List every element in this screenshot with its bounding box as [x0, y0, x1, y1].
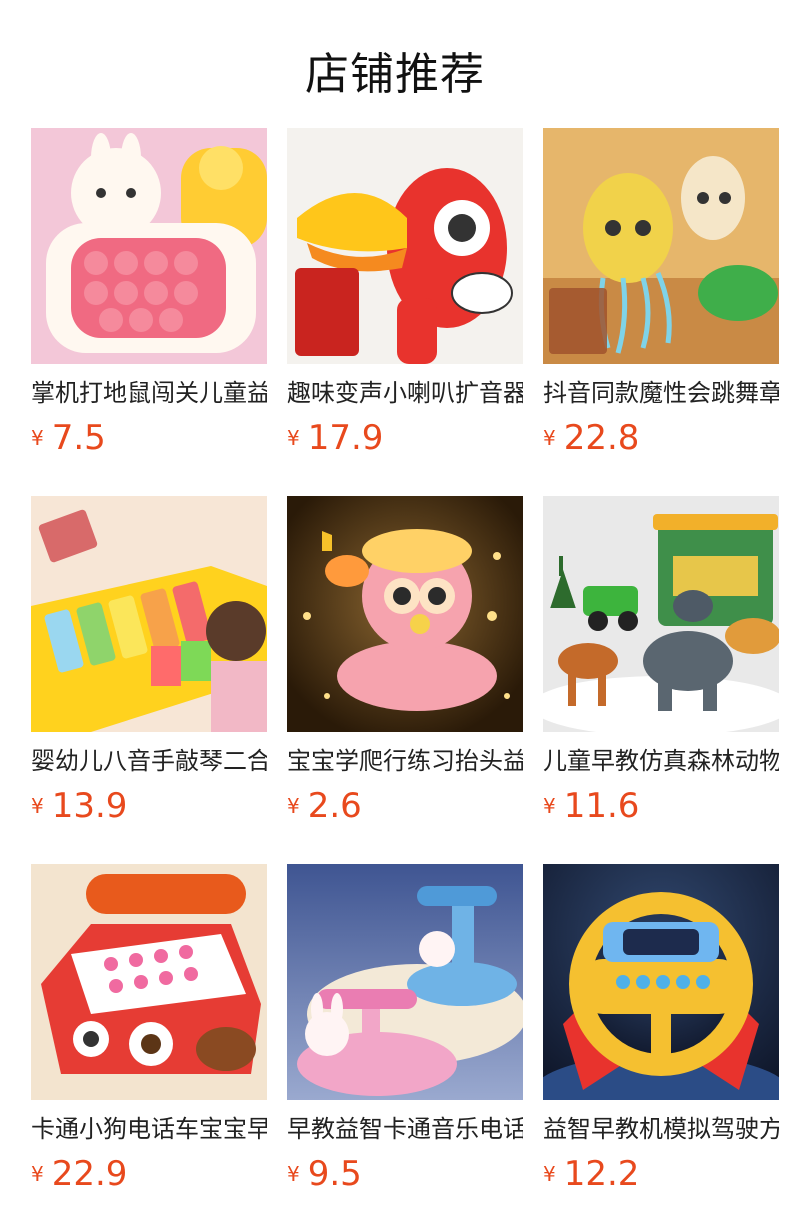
product-name[interactable]: 儿童早教仿真森林动物模型: [543, 744, 779, 780]
product-price: ¥9.5: [287, 1154, 362, 1194]
product-price: ¥13.9: [31, 786, 127, 826]
currency-symbol: ¥: [287, 1162, 300, 1186]
product-image-animal-figures-bucket[interactable]: [543, 496, 779, 732]
product-name[interactable]: 早教益智卡通音乐电话机玩具: [287, 1112, 523, 1148]
page-title: 店铺推荐: [305, 49, 485, 100]
product-image-xylophone-toy[interactable]: [31, 496, 267, 732]
product-image-puppy-telephone-car[interactable]: [31, 864, 267, 1100]
product-image-bunny-telephone[interactable]: [287, 864, 523, 1100]
product-price: ¥7.5: [31, 418, 106, 458]
currency-symbol: ¥: [287, 794, 300, 818]
product-price: ¥2.6: [287, 786, 362, 826]
product-price: ¥11.6: [543, 786, 639, 826]
product-name[interactable]: 婴幼儿八音手敲琴二合一玩具: [31, 744, 267, 780]
product-name[interactable]: 抖音同款魔性会跳舞章鱼玩具: [543, 376, 779, 412]
product-price: ¥22.8: [543, 418, 639, 458]
price-amount: 17.9: [307, 418, 384, 458]
product-name[interactable]: 卡通小狗电话车宝宝早教玩具: [31, 1112, 267, 1148]
price-amount: 9.5: [307, 1154, 362, 1194]
product-name[interactable]: 宝宝学爬行练习抬头益智玩具: [287, 744, 523, 780]
currency-symbol: ¥: [287, 426, 300, 450]
product-image-pop-it-bunny-game[interactable]: [31, 128, 267, 364]
product-image-dancing-octopus[interactable]: [543, 128, 779, 364]
currency-symbol: ¥: [31, 1162, 44, 1186]
product-image-crawling-baby-toy[interactable]: [287, 496, 523, 732]
product-price: ¥12.2: [543, 1154, 639, 1194]
price-amount: 13.9: [51, 786, 128, 826]
price-amount: 22.8: [563, 418, 640, 458]
product-name[interactable]: 掌机打地鼠闯关儿童益智减压玩具: [31, 376, 267, 412]
price-amount: 7.5: [51, 418, 106, 458]
price-amount: 22.9: [51, 1154, 128, 1194]
currency-symbol: ¥: [543, 1162, 556, 1186]
price-amount: 12.2: [563, 1154, 640, 1194]
product-name[interactable]: 趣味变声小喇叭扩音器儿童玩具: [287, 376, 523, 412]
product-price: ¥17.9: [287, 418, 383, 458]
product-image-steering-wheel-toy[interactable]: [543, 864, 779, 1100]
currency-symbol: ¥: [31, 426, 44, 450]
price-amount: 11.6: [563, 786, 640, 826]
price-amount: 2.6: [307, 786, 362, 826]
product-price: ¥22.9: [31, 1154, 127, 1194]
currency-symbol: ¥: [31, 794, 44, 818]
currency-symbol: ¥: [543, 426, 556, 450]
product-image-toucan-voice-changer[interactable]: [287, 128, 523, 364]
product-name[interactable]: 益智早教机模拟驾驶方向盘玩具: [543, 1112, 779, 1148]
currency-symbol: ¥: [543, 794, 556, 818]
